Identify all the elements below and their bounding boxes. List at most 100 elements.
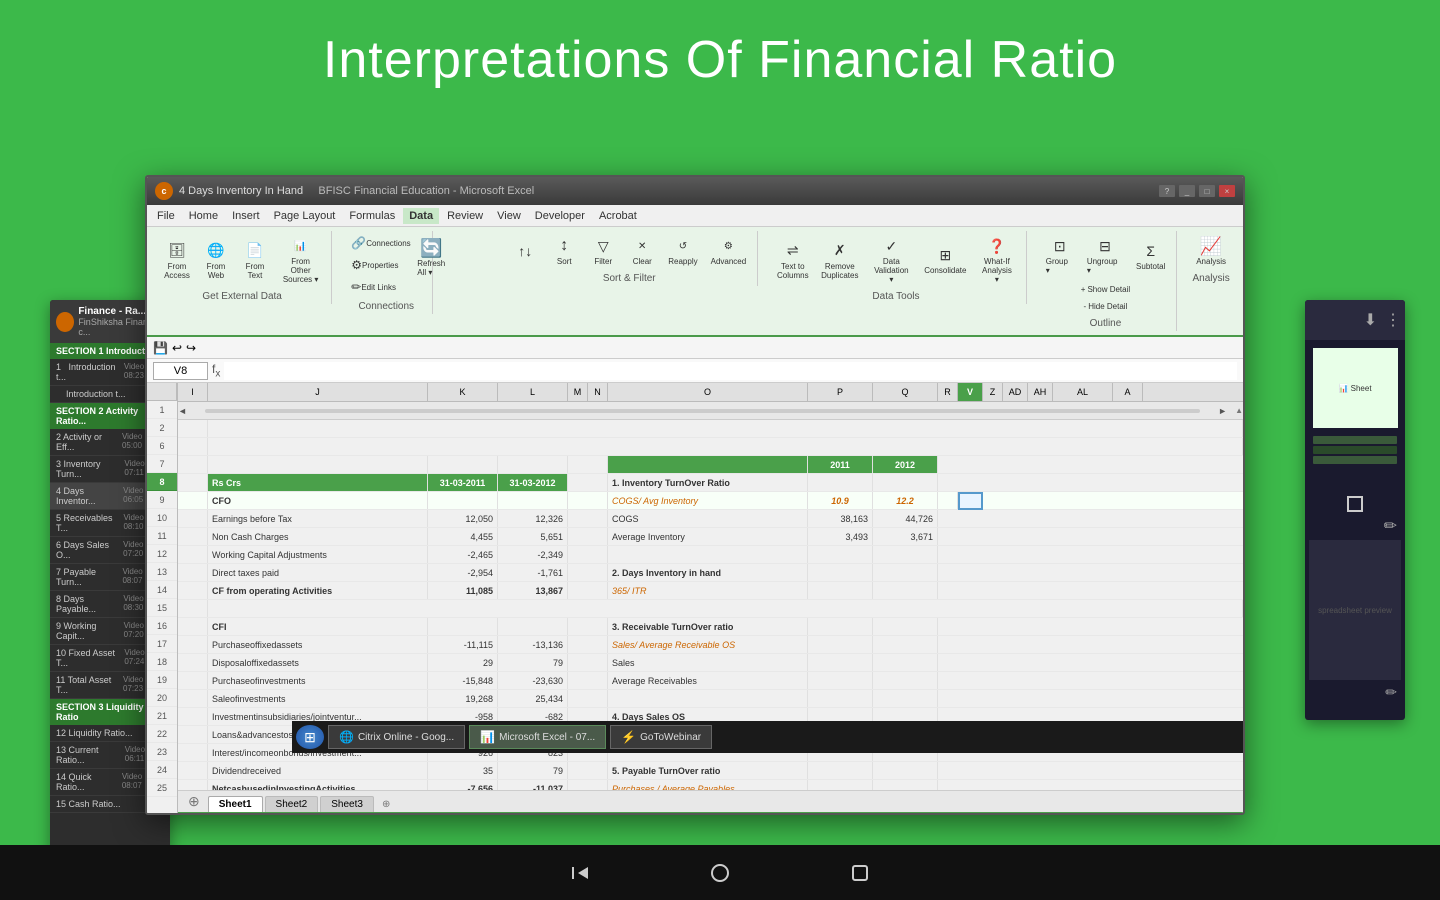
- menu-bar: File Home Insert Page Layout Formulas Da…: [147, 205, 1243, 227]
- menu-review[interactable]: Review: [441, 208, 489, 224]
- ribbon-btn-from-access[interactable]: 🗄 FromAccess: [159, 238, 195, 283]
- undo-quick-btn[interactable]: ↩: [172, 341, 182, 355]
- row-18: Purchaseofinvestments -15,848 -23,630 Av…: [178, 672, 1243, 690]
- properties-icon: ⚙: [351, 258, 362, 272]
- back-button[interactable]: [560, 853, 600, 893]
- ribbon-btn-ungroup[interactable]: ⊟ Ungroup ▾: [1082, 233, 1128, 278]
- menu-insert[interactable]: Insert: [226, 208, 266, 224]
- menu-data[interactable]: Data: [403, 208, 439, 224]
- tab-sheet2[interactable]: Sheet2: [265, 796, 319, 812]
- cell-reference-input[interactable]: [153, 362, 208, 380]
- ribbon-btn-analysis[interactable]: 📈 Analysis: [1191, 233, 1231, 269]
- formula-fx-label: fx: [212, 362, 220, 379]
- ribbon-btn-from-text[interactable]: 📄 FromText: [237, 238, 273, 283]
- row-24: NetcashusedinInvestingActivities -7,656 …: [178, 780, 1243, 790]
- row-10: Non Cash Charges 4,455 5,651 Average Inv…: [178, 528, 1243, 546]
- ribbon-group-data-tools: ⇌ Text toColumns ✗ RemoveDuplicates ✓ Da…: [766, 231, 1027, 304]
- window-title: 4 Days Inventory In Hand BFISC Financial…: [179, 185, 1153, 197]
- ribbon-btn-consolidate[interactable]: ⊞ Consolidate: [919, 242, 971, 278]
- close-icon[interactable]: ×: [1219, 185, 1235, 197]
- ribbon-btn-reapply[interactable]: ↺ Reapply: [663, 233, 702, 269]
- ribbon-group-label-data-tools: Data Tools: [872, 291, 919, 302]
- validation-icon: ✓: [881, 236, 901, 256]
- ribbon-btn-sort-az[interactable]: ↑↓: [507, 238, 543, 265]
- menu-view[interactable]: View: [491, 208, 527, 224]
- ribbon-btn-sort[interactable]: ↕ Sort: [546, 233, 582, 269]
- clear-icon: ✕: [632, 236, 652, 256]
- col-header-A: A: [1113, 383, 1143, 401]
- row-14: [178, 600, 1243, 618]
- row-6: 2011 2012: [178, 456, 1243, 474]
- ribbon-group-outline: ⊡ Group ▾ ⊟ Ungroup ▾ Σ Subtotal +: [1035, 231, 1177, 331]
- insert-sheet-btn[interactable]: ⊕: [182, 791, 206, 812]
- col-header-L: L: [498, 383, 568, 401]
- ribbon-btn-from-other[interactable]: 📊 From OtherSources ▾: [276, 233, 325, 287]
- what-if-icon: ❓: [987, 236, 1007, 256]
- ribbon-group-label-analysis: Analysis: [1192, 273, 1229, 284]
- row-15: CFI 3. Receivable TurnOver ratio: [178, 618, 1243, 636]
- row-13: CF from operating Activities 11,085 13,8…: [178, 582, 1243, 600]
- formula-input[interactable]: [224, 362, 1237, 380]
- ribbon-btn-clear[interactable]: ✕ Clear: [624, 233, 660, 269]
- ribbon-btn-show-detail[interactable]: + Show Detail: [1076, 282, 1135, 297]
- ribbon-group-connections: 🔗 Connections ⚙ Properties ✏ Edit Links …: [340, 231, 433, 314]
- ribbon-btn-group[interactable]: ⊡ Group ▾: [1041, 233, 1079, 278]
- ribbon-btn-remove-duplicates[interactable]: ✗ RemoveDuplicates: [816, 238, 863, 283]
- maximize-icon[interactable]: □: [1199, 185, 1215, 197]
- sheet-tabs: ⊕ Sheet1 Sheet2 Sheet3 ⊕: [178, 790, 1243, 812]
- save-quick-btn[interactable]: 💾: [153, 341, 168, 355]
- reapply-icon: ↺: [673, 236, 693, 256]
- edit-links-icon: ✏: [351, 280, 361, 294]
- menu-file[interactable]: File: [151, 208, 181, 224]
- sort-az-icon: ↑↓: [515, 241, 535, 261]
- ribbon-btn-subtotal[interactable]: Σ Subtotal: [1131, 238, 1170, 274]
- recents-button[interactable]: [840, 853, 880, 893]
- home-button[interactable]: [700, 853, 740, 893]
- menu-home[interactable]: Home: [183, 208, 224, 224]
- row-numbers-column: 1 2 6 7 8 9 10 11 12 13 14 15 16 17 18 1…: [147, 383, 178, 815]
- quick-access-bar: 💾 ↩ ↪: [147, 337, 1243, 359]
- col-header-R: R: [938, 383, 958, 401]
- from-access-icon: 🗄: [167, 241, 187, 261]
- start-button[interactable]: ⊞: [296, 725, 324, 749]
- col-header-I: I: [178, 383, 208, 401]
- ribbon-btn-text-to-columns[interactable]: ⇌ Text toColumns: [772, 238, 813, 283]
- ribbon-btn-what-if[interactable]: ❓ What-IfAnalysis ▾: [974, 233, 1020, 287]
- status-bar: Ready − + 130%: [178, 812, 1243, 815]
- tab-sheet1[interactable]: Sheet1: [208, 796, 263, 812]
- col-header-N: N: [588, 383, 608, 401]
- menu-acrobat[interactable]: Acrobat: [593, 208, 643, 224]
- ribbon-btn-hide-detail[interactable]: - Hide Detail: [1079, 299, 1133, 314]
- from-other-icon: 📊: [291, 236, 311, 256]
- ribbon-btn-refresh-all[interactable]: 🔄 RefreshAll ▾: [412, 235, 450, 280]
- taskbar-btn-excel[interactable]: 📊 Microsoft Excel - 07...: [469, 725, 606, 749]
- filter-icon: ▽: [593, 236, 613, 256]
- ribbon-btn-filter[interactable]: ▽ Filter: [585, 233, 621, 269]
- taskbar-btn-citrix[interactable]: 🌐 Citrix Online - Goog...: [328, 725, 465, 749]
- scroll-nav: ◄ ► ▲: [178, 402, 1243, 420]
- menu-developer[interactable]: Developer: [529, 208, 591, 224]
- col-header-Z: Z: [983, 383, 1003, 401]
- selected-cell-V8[interactable]: [958, 492, 983, 510]
- ribbon-btn-advanced[interactable]: ⚙ Advanced: [706, 233, 752, 269]
- column-headers: I J K L M N O P Q R V Z AD AH AL A: [178, 383, 1243, 402]
- connections-icon: 🔗: [351, 236, 366, 250]
- menu-page-layout[interactable]: Page Layout: [268, 208, 342, 224]
- excel-window: c 4 Days Inventory In Hand BFISC Financi…: [145, 175, 1245, 815]
- row-12: Direct taxes paid -2,954 -1,761 2. Days …: [178, 564, 1243, 582]
- col-header-AD: AD: [1003, 383, 1028, 401]
- citrix-icon: 🌐: [339, 730, 354, 744]
- hide-detail-icon: -: [1084, 302, 1087, 311]
- advanced-icon: ⚙: [718, 236, 738, 256]
- minimize-icon[interactable]: _: [1179, 185, 1195, 197]
- ribbon-group-label-external: Get External Data: [202, 291, 281, 302]
- menu-formulas[interactable]: Formulas: [343, 208, 401, 224]
- ribbon-group-sort-filter: ↑↓ ↕ Sort ▽ Filter ✕ Clear: [501, 231, 758, 286]
- ribbon-btn-data-validation[interactable]: ✓ DataValidation ▾: [866, 233, 916, 287]
- taskbar-btn-webinar[interactable]: ⚡ GoToWebinar: [610, 725, 712, 749]
- tab-sheet3[interactable]: Sheet3: [320, 796, 374, 812]
- redo-quick-btn[interactable]: ↪: [186, 341, 196, 355]
- ribbon-btn-from-web[interactable]: 🌐 FromWeb: [198, 238, 234, 283]
- ribbon-group-label-connections: Connections: [358, 301, 414, 312]
- ribbon-btn-edit-links[interactable]: ✏ Edit Links: [346, 277, 426, 297]
